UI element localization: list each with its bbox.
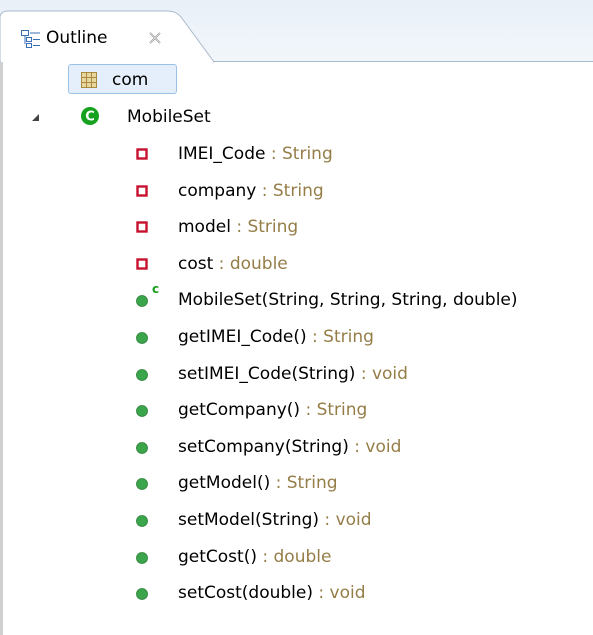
view-tab-strip: Outline [0,0,593,63]
member-type: : double [213,253,288,274]
tree-item-method[interactable]: getIMEI_Code() : String [0,319,593,355]
public-constructor-icon [136,295,148,308]
public-method-icon [136,515,148,527]
member-name: getModel() [178,473,271,494]
tree-item-field[interactable]: IMEI_Code : String [0,136,593,172]
member-type: : void [348,436,402,457]
public-method-icon [136,368,148,381]
member-type: : void [319,510,372,530]
tree-item-field[interactable]: cost : double [0,246,593,282]
public-method-icon [136,478,148,491]
member-name: cost [178,253,214,274]
private-field-icon [136,221,148,233]
class-icon: C [81,107,99,125]
package-label: com [112,70,149,90]
tree-item-method[interactable]: setIMEI_Code(String) : void [0,356,593,392]
ctor-label: MobileSet(String, String, String, double… [178,287,518,313]
member-name: model [178,217,231,238]
method-label: getCompany() : String [178,397,367,423]
outline-view: Outline com C MobileSet IMEI_Code: Stri… [0,0,593,635]
member-type: : String [265,144,333,164]
method-label: getModel() : String [178,470,338,496]
private-field-icon [136,258,148,270]
private-field-icon [136,184,148,197]
private-field-icon [136,148,148,160]
outline-tree: com C MobileSet IMEI_Code : String compan… [0,62,593,635]
tree-item-class[interactable]: C MobileSet [0,99,593,135]
method-label: setCompany(String) : void [178,434,401,460]
class-label: MobileSet [127,107,211,127]
field-label: IMEI_Code : String [178,141,333,167]
member-name: setIMEI_Code(String) [178,363,356,384]
member-name: IMEI_Code [178,144,266,164]
method-label: setModel(String) : void [178,507,372,533]
member-name: MobileSet(String, String, String, double… [178,290,518,311]
public-method-icon [136,441,148,454]
tree-item-package[interactable]: com [0,62,593,98]
public-method-icon [136,332,148,344]
public-method-icon [136,588,148,601]
tree-item-field[interactable]: model : String [0,209,593,245]
svg-text:C: C [85,110,95,125]
tab-label: Outline [46,28,108,48]
member-name: getCost() [178,546,257,567]
tree-item-ctor[interactable]: c MobileSet(String, String, String, doubl… [0,282,593,318]
member-name: setCompany(String) [178,436,349,457]
tree-item-field[interactable]: company : String [0,173,593,209]
close-icon[interactable] [148,31,162,45]
public-method-icon [136,551,148,564]
method-label: getCost() : double [178,544,331,570]
member-type: : String [270,473,338,494]
member-name: setCost(double) [178,583,313,604]
member-name: setModel(String) [178,510,320,530]
constructor-badge: c [152,282,160,297]
outline-view-icon [21,30,40,48]
package-icon [81,72,97,88]
member-type: : String [300,400,368,421]
member-type: : String [306,327,374,347]
field-label: model : String [178,214,298,240]
field-label: cost : double [178,251,288,277]
member-type: : String [230,217,299,238]
expanded-triangle-icon[interactable] [30,111,42,123]
tree-item-method[interactable]: setCost(double) : void [0,575,593,611]
member-type: : void [355,363,408,384]
tab-outline[interactable]: Outline [0,10,214,63]
tree-item-method[interactable]: setCompany(String) : void [0,429,593,465]
public-method-icon [136,405,148,418]
method-label: setCost(double) : void [178,580,366,606]
tree-item-method[interactable]: getCompany() : String [0,392,593,428]
field-label: company : String [178,178,324,204]
member-type: : double [256,546,332,567]
tree-item-method[interactable]: getCost() : double [0,539,593,575]
tree-item-method[interactable]: getModel() : String [0,465,593,501]
member-type: : void [312,583,366,604]
method-label: setIMEI_Code(String) : void [178,361,408,387]
tree-item-method[interactable]: setModel(String) : void [0,502,593,538]
member-name: getCompany() [178,400,301,421]
method-label: getIMEI_Code() : String [178,324,374,350]
member-name: getIMEI_Code() [178,327,307,347]
member-type: : String [256,180,324,201]
member-name: company [178,180,257,201]
